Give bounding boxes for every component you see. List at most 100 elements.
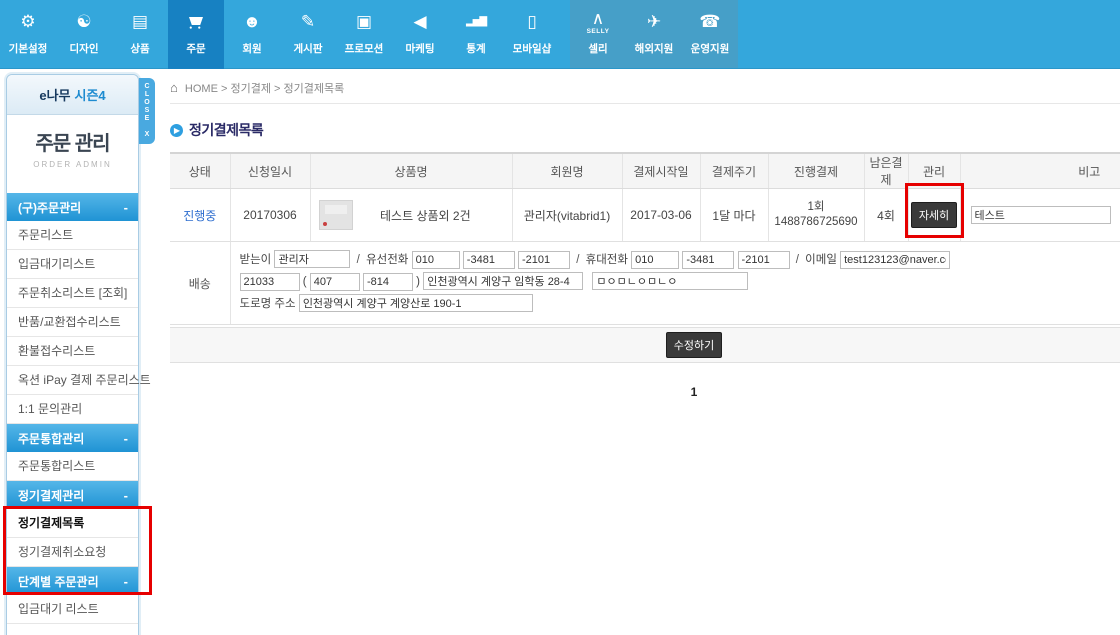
sidebar-item-deposit-wait-list[interactable]: 입금대기리스트 <box>7 250 138 279</box>
nav-label: 게시판 <box>294 41 323 56</box>
section-header-label: 정기결제관리 <box>18 487 84 504</box>
pencil-icon: ✎ <box>301 9 315 35</box>
subscription-table: 상태 신청일시 상품명 회원명 결제시작일 결제주기 진행결제 남은결제 관리 … <box>170 152 1120 325</box>
nav-item-member[interactable]: ☻ 회원 <box>224 0 280 69</box>
home-icon: ⌂ <box>170 80 178 95</box>
member-cell: 관리자(vitabrid1) <box>512 189 622 242</box>
nav-label: 운영지원 <box>691 41 730 56</box>
table-footer-band: 수정하기 <box>170 327 1120 363</box>
nav-item-board[interactable]: ✎ 게시판 <box>280 0 336 69</box>
nav-label: 마케팅 <box>406 41 435 56</box>
col-header-status: 상태 <box>170 153 230 189</box>
main-content: ⌂ HOME > 정기결제 > 정기결제목록 ▶ 정기결제목록 상태 신청일시 … <box>170 69 1120 399</box>
apply-date-cell: 20170306 <box>230 189 310 242</box>
nav-item-order[interactable]: ● ● 주문 <box>168 0 224 69</box>
product-thumbnail <box>319 200 353 230</box>
receiver-input[interactable] <box>274 250 350 268</box>
sidebar-section-old-order[interactable]: (구)주문관리 - <box>7 193 138 221</box>
table-header-row: 상태 신청일시 상품명 회원명 결제시작일 결제주기 진행결제 남은결제 관리 … <box>170 153 1120 189</box>
tel3-input[interactable] <box>518 251 570 269</box>
sidebar-section-order-integration[interactable]: 주문통합관리 - <box>7 424 138 452</box>
address-extra-input[interactable] <box>592 272 748 290</box>
breadcrumb[interactable]: ⌂ HOME > 정기결제 > 정기결제목록 <box>170 69 1120 104</box>
zip3-input[interactable] <box>363 273 413 291</box>
sidebar-item-order-cancel-list[interactable]: 주문취소리스트 [조회] <box>7 279 138 308</box>
nav-item-selly[interactable]: ∧ SELLY 셀리 <box>570 0 626 69</box>
shipping-row: 배송 받는이 / 유선전화 / 휴대전화 <box>170 242 1120 325</box>
nav-label: 해외지원 <box>635 41 674 56</box>
nav-item-marketing[interactable]: ◀ 마케팅 <box>392 0 448 69</box>
sidebar-item-auction-ipay-list[interactable]: 옥션 iPay 결제 주문리스트 <box>7 366 138 395</box>
col-header-cycle: 결제주기 <box>700 153 768 189</box>
sidebar-close-tab[interactable]: CLOSE X <box>139 78 155 144</box>
collapse-minus-icon: - <box>124 488 128 503</box>
nav-item-operation[interactable]: ☎ 운영지원 <box>682 0 738 69</box>
sidebar-subtitle: ORDER ADMIN <box>7 160 138 169</box>
breadcrumb-text: HOME > 정기결제 > 정기결제목록 <box>185 83 344 95</box>
arrow-bullet-icon: ▶ <box>170 124 183 137</box>
col-header-product-name: 상품명 <box>310 153 512 189</box>
sidebar-section-step-order[interactable]: 단계별 주문관리 - <box>7 567 138 595</box>
edit-button[interactable]: 수정하기 <box>666 332 722 358</box>
mobile3-input[interactable] <box>738 251 790 269</box>
nav-item-promotion[interactable]: ▣ 프로모션 <box>336 0 392 69</box>
nav-item-design[interactable]: ☯ 디자인 <box>56 0 112 69</box>
nav-item-stats[interactable]: ▂▅▇ 통계 <box>448 0 504 69</box>
detail-button[interactable]: 자세히 <box>911 202 957 228</box>
collapse-minus-icon: - <box>124 431 128 446</box>
nav-item-product[interactable]: ▤ 상품 <box>112 0 168 69</box>
palette-icon: ☯ <box>76 9 91 35</box>
nav-item-settings[interactable]: ⚙ 기본설정 <box>0 0 56 69</box>
shipping-line-contact: 받는이 / 유선전화 / 휴대전화 / 이메일 <box>240 250 1120 272</box>
zip-input[interactable] <box>240 273 300 291</box>
sidebar-title-box: 주문 관리 ORDER ADMIN <box>7 115 138 179</box>
nav-item-mobileshop[interactable]: ▯ 모바일샵 <box>504 0 560 69</box>
status-link[interactable]: 진행중 <box>183 209 216 223</box>
nav-label: 상품 <box>130 41 149 56</box>
nav-label: 기본설정 <box>9 41 48 56</box>
sidebar-item-subscription-list[interactable]: 정기결제목록 <box>7 509 138 538</box>
sidebar-item-return-exchange-list[interactable]: 반품/교환접수리스트 <box>7 308 138 337</box>
col-header-member: 회원명 <box>512 153 622 189</box>
sidebar-item-order-integration-list[interactable]: 주문통합리스트 <box>7 452 138 481</box>
page-number-1[interactable]: 1 <box>691 385 698 399</box>
note-input[interactable] <box>971 206 1111 224</box>
collapse-minus-icon: - <box>124 574 128 589</box>
nav-label: 통계 <box>466 41 485 56</box>
nav-item-overseas[interactable]: ✈ 해외지원 <box>626 0 682 69</box>
address-input[interactable] <box>423 272 583 290</box>
tel1-input[interactable] <box>412 251 460 269</box>
collapse-minus-icon: - <box>124 200 128 215</box>
sidebar-section-subscription[interactable]: 정기결제관리 - <box>7 481 138 509</box>
col-header-manage: 관리 <box>908 153 960 189</box>
nav-label: 셀리 <box>588 41 607 56</box>
selly-nav-group: ∧ SELLY 셀리 ✈ 해외지원 ☎ 운영지원 <box>570 0 738 68</box>
mobile-phone-icon: ▯ <box>527 9 536 35</box>
sidebar-item-subscription-cancel-request[interactable]: 정기결제취소요청 <box>7 538 138 567</box>
mobile2-input[interactable] <box>682 251 734 269</box>
basket-icon: ▤ <box>132 9 148 35</box>
tel2-input[interactable] <box>463 251 515 269</box>
col-header-remaining: 남은결제 <box>864 153 908 189</box>
section-header-label: 주문통합관리 <box>18 430 84 447</box>
pagination: 1 <box>170 385 1120 399</box>
remaining-cell: 4회 <box>864 189 908 242</box>
sidebar-item-deposit-wait-list-2[interactable]: 입금대기 리스트 <box>7 595 138 624</box>
sidebar-item-inquiry-management[interactable]: 1:1 문의관리 <box>7 395 138 424</box>
nav-label: 디자인 <box>70 41 99 56</box>
nav-label: 모바일샵 <box>513 41 552 56</box>
progress-cell: 1회 1488786725690 <box>769 200 864 230</box>
sidebar-item-order-list[interactable]: 주문리스트 <box>7 221 138 250</box>
start-date-cell: 2017-03-06 <box>622 189 700 242</box>
table-row: 진행중 20170306 테스트 상품외 2건 관리자(vitabrid1) 2… <box>170 189 1120 242</box>
sidebar-item-refund-list[interactable]: 환불접수리스트 <box>7 337 138 366</box>
mobile1-input[interactable] <box>631 251 679 269</box>
road-address-input[interactable] <box>299 294 533 312</box>
zip2-input[interactable] <box>310 273 360 291</box>
gear-icon: ⚙ <box>20 9 35 35</box>
email-input[interactable] <box>840 251 950 269</box>
cart-icon: ● ● <box>189 9 203 35</box>
brand-header: e나무 시즌4 <box>7 75 138 115</box>
product-name-cell: 테스트 상품외 2건 <box>362 189 512 242</box>
page-title: 정기결제목록 <box>189 120 263 140</box>
